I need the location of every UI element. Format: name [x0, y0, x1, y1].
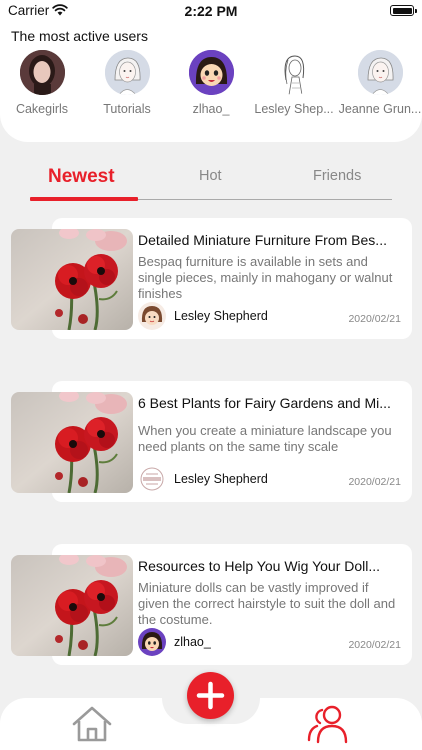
author-name: Lesley Shepherd: [174, 309, 268, 323]
article-author[interactable]: Lesley Shepherd: [138, 465, 268, 493]
photo-woman-avatar: [19, 50, 65, 95]
active-users-panel: Carrier 2:22 PM The most active users Ca…: [0, 0, 422, 142]
cartoon-girl-avatar: [138, 628, 166, 656]
cartoon-face-avatar: [138, 302, 166, 330]
active-users-list: Cakegirls Tutorials zlhao_ Lesley Shep..…: [0, 50, 422, 122]
logo-badge-avatar: [138, 465, 166, 493]
active-users-title: The most active users: [11, 28, 148, 44]
active-user-name: Lesley Shep...: [254, 102, 334, 116]
home-tab-button[interactable]: [70, 704, 114, 744]
feed-tabs: Newest Hot Friends: [30, 166, 392, 201]
active-user[interactable]: Jeanne Grun...: [336, 50, 422, 116]
home-icon: [72, 706, 112, 742]
red-flowers-thumbnail[interactable]: [11, 555, 133, 656]
active-user-name: Jeanne Grun...: [338, 102, 422, 116]
sketch-girl-avatar: [357, 50, 403, 95]
battery-icon: [390, 5, 417, 16]
tab-friends[interactable]: Friends: [313, 168, 361, 184]
sketch-woman-avatar: [271, 50, 317, 95]
author-name: Lesley Shepherd: [174, 472, 268, 486]
active-user[interactable]: Cakegirls: [0, 50, 86, 116]
article-author[interactable]: Lesley Shepherd: [138, 302, 268, 330]
tab-newest[interactable]: Newest: [48, 166, 115, 188]
status-bar: Carrier 2:22 PM: [0, 0, 422, 22]
active-user-name: Cakegirls: [15, 102, 69, 116]
article-description: Miniature dolls can be vastly improved i…: [138, 580, 396, 627]
article-date: 2020/02/21: [348, 476, 401, 488]
article-date: 2020/02/21: [348, 313, 401, 325]
red-flowers-thumbnail[interactable]: [11, 229, 133, 330]
active-tab-indicator: [30, 197, 138, 201]
article-title: Detailed Miniature Furniture From Bes...: [138, 232, 387, 248]
red-flowers-thumbnail[interactable]: [11, 392, 133, 493]
article-date: 2020/02/21: [348, 639, 401, 651]
cartoon-girl-avatar: [188, 50, 234, 95]
add-post-button[interactable]: [187, 672, 234, 719]
tab-hot[interactable]: Hot: [199, 168, 222, 184]
author-name: zlhao_: [174, 635, 211, 649]
article-title: Resources to Help You Wig Your Doll...: [138, 558, 381, 574]
active-user[interactable]: Tutorials: [83, 50, 171, 116]
active-user-name: Tutorials: [103, 102, 151, 116]
active-user-name: zlhao_: [192, 102, 230, 116]
active-user[interactable]: Lesley Shep...: [250, 50, 338, 116]
article-author[interactable]: zlhao_: [138, 628, 211, 656]
sketch-girl-avatar: [104, 50, 150, 95]
status-time: 2:22 PM: [184, 3, 238, 19]
article-title: 6 Best Plants for Fairy Gardens and Mi..…: [138, 395, 391, 411]
users-icon: [307, 705, 348, 744]
active-user[interactable]: zlhao_: [167, 50, 255, 116]
article-description: Bespaq furniture is available in sets an…: [138, 254, 393, 301]
users-tab-button[interactable]: [306, 704, 352, 744]
plus-icon: [196, 681, 225, 710]
article-description: When you create a miniature landscape yo…: [138, 423, 392, 454]
